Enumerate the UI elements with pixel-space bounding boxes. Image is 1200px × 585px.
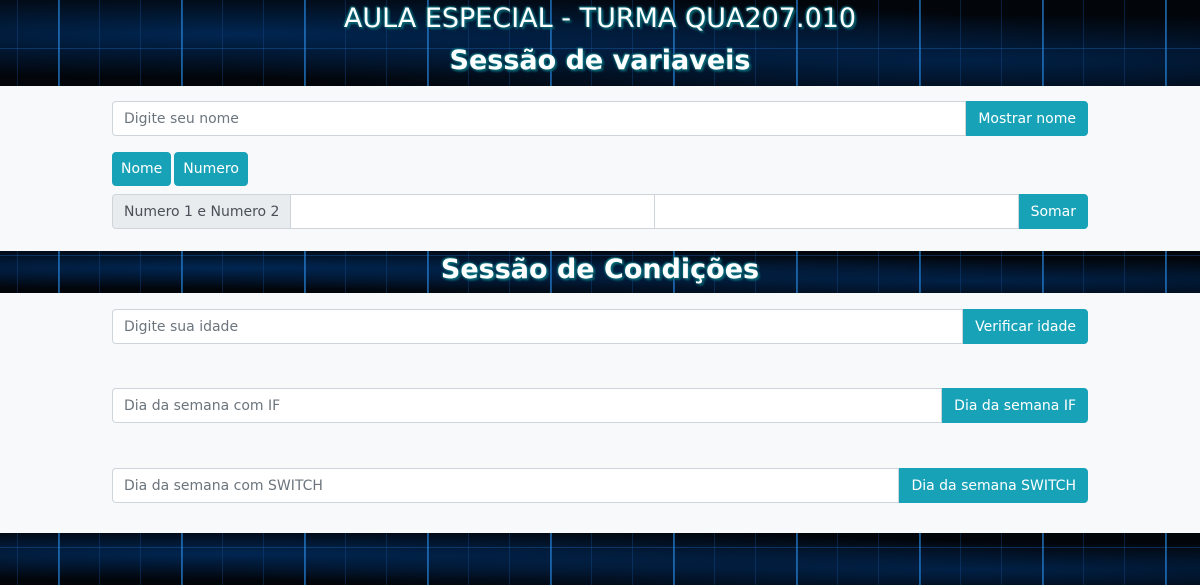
weekday-if-input[interactable]: [112, 388, 943, 423]
age-input-group: Verificar idade: [112, 309, 1088, 344]
verify-age-button[interactable]: Verificar idade: [963, 309, 1088, 344]
show-name-button[interactable]: Mostrar nome: [966, 101, 1088, 136]
variable-buttons: Nome Numero: [112, 152, 248, 186]
sum-prepend-label: Numero 1 e Numero 2: [112, 194, 292, 229]
page-title: AULA ESPECIAL - TURMA QUA207.010: [343, 3, 857, 34]
numero-button[interactable]: Numero: [174, 152, 248, 186]
weekday-switch-input-group: Dia da semana SWITCH: [112, 468, 1088, 503]
section-title-variables: Sessão de variaveis: [449, 45, 751, 76]
weekday-switch-input[interactable]: [112, 468, 900, 503]
section-title-conditions: Sessão de Condições: [440, 254, 760, 285]
weekday-if-input-group: Dia da semana IF: [112, 388, 1088, 423]
sum-button[interactable]: Somar: [1018, 194, 1089, 229]
weekday-if-button[interactable]: Dia da semana IF: [942, 388, 1088, 423]
footer-background: [0, 533, 1200, 585]
name-input-group: Mostrar nome: [112, 101, 1088, 136]
age-input[interactable]: [112, 309, 964, 344]
number1-input[interactable]: [291, 194, 656, 229]
nome-button[interactable]: Nome: [112, 152, 172, 186]
name-input[interactable]: [112, 101, 967, 136]
sum-input-group: Numero 1 e Numero 2 Somar: [112, 194, 1089, 229]
weekday-switch-button[interactable]: Dia da semana SWITCH: [899, 468, 1088, 503]
header-banner: AULA ESPECIAL - TURMA QUA207.010 Sessão …: [0, 0, 1200, 86]
number2-input[interactable]: [655, 194, 1019, 229]
conditions-banner: Sessão de Condições: [0, 251, 1200, 293]
